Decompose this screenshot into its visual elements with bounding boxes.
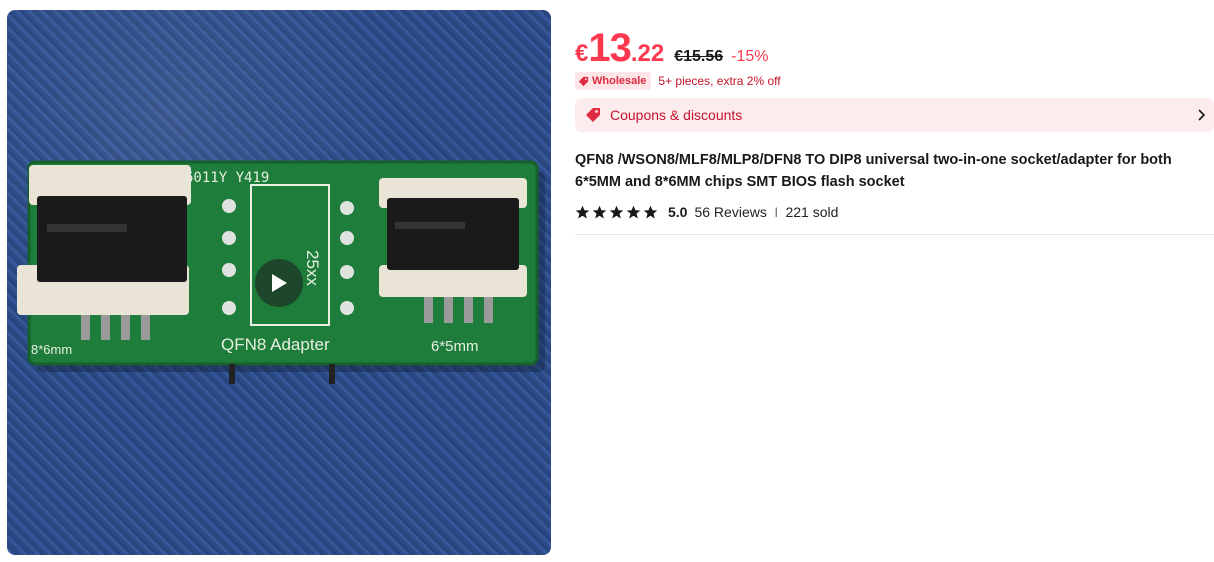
coupons-discounts-button[interactable]: Coupons & discounts (575, 98, 1214, 132)
wholesale-badge: Wholesale (575, 72, 652, 90)
wholesale-badge-label: Wholesale (592, 75, 647, 87)
product-title: QFN8 /WSON8/MLF8/MLP8/DFN8 TO DIP8 unive… (575, 152, 1172, 190)
currency-symbol: € (575, 40, 589, 67)
price-row: € 13 .22 €15.56 -15% (575, 26, 1214, 70)
tag-icon (586, 108, 600, 122)
star-icon (609, 205, 624, 218)
star-icon (643, 205, 658, 218)
rating-row[interactable]: 5.0 56 Reviews | 221 sold (575, 204, 1214, 220)
right-size-label: 6*5mm (431, 338, 479, 355)
price-decimal: .22 (630, 40, 665, 67)
product-image[interactable]: 6011Y Y419 25xx QFN8 Adapter 8*6mm 6*5mm (7, 10, 551, 555)
wholesale-row: Wholesale 5+ pieces, extra 2% off (575, 72, 1214, 90)
original-price: €15.56 (674, 48, 724, 65)
coupons-label: Coupons & discounts (610, 107, 743, 123)
star-icon (626, 205, 641, 218)
discount-percent: -15% (731, 48, 769, 65)
reviews-link[interactable]: 56 Reviews (694, 204, 766, 220)
tag-icon (578, 76, 589, 86)
star-icon (592, 205, 607, 218)
pcb-marking: 6011Y Y419 (185, 170, 269, 186)
chip-label: 25xx (303, 250, 322, 286)
chevron-right-icon (1198, 109, 1206, 121)
sold-count: 221 sold (785, 204, 839, 220)
divider (575, 234, 1214, 235)
separator: | (774, 206, 778, 218)
rating-score: 5.0 (668, 204, 688, 220)
price-integer: 13 (588, 26, 631, 70)
wholesale-text: 5+ pieces, extra 2% off (658, 74, 781, 88)
product-info: € 13 .22 €15.56 -15% Wholesale 5+ pieces… (575, 26, 1214, 235)
star-icon (575, 205, 590, 218)
adapter-label: QFN8 Adapter (221, 335, 330, 354)
star-rating (575, 205, 658, 220)
play-video-button[interactable] (255, 259, 303, 307)
left-size-label: 8*6mm (31, 342, 72, 357)
play-icon (272, 274, 287, 292)
